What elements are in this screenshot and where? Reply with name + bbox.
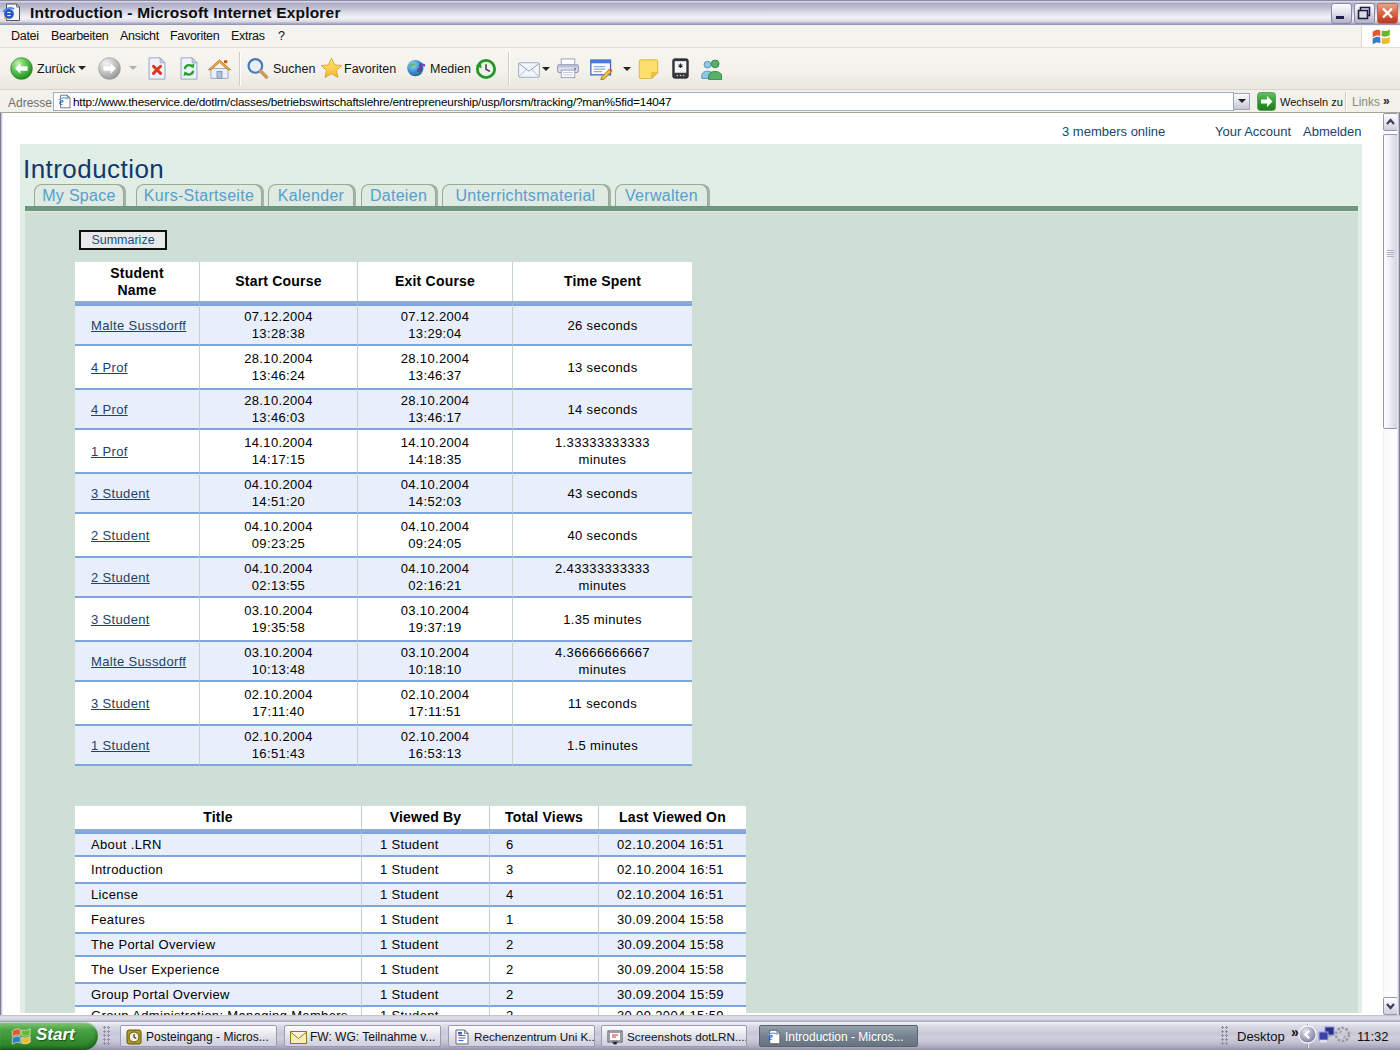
svg-text:e: e — [59, 96, 64, 107]
svg-text:e: e — [768, 1030, 773, 1042]
